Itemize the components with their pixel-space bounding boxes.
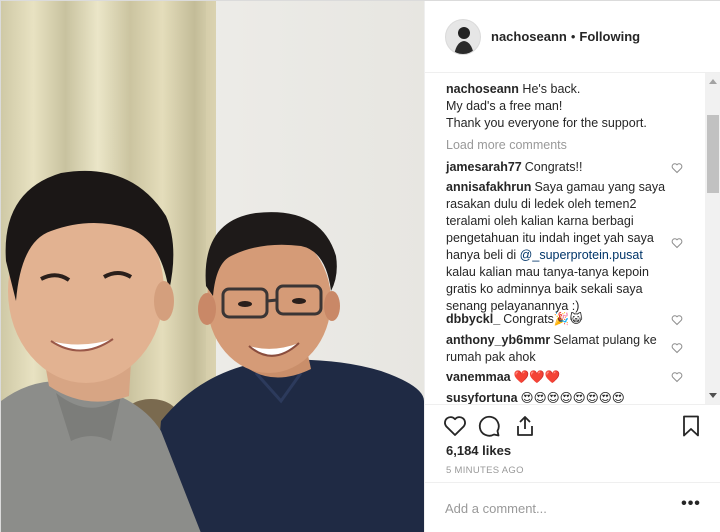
scroll-down-arrow-icon[interactable] xyxy=(709,393,717,398)
post-photo[interactable] xyxy=(1,1,424,532)
comments-scrollbar[interactable] xyxy=(705,73,720,404)
comment-text: Congrats🎉😺 xyxy=(503,312,583,326)
heart-small-icon[interactable] xyxy=(671,237,683,249)
action-bar xyxy=(425,404,720,448)
comment-username[interactable]: dbbyckl_ xyxy=(446,312,500,326)
post-header-text: nachoseann • Following xyxy=(491,29,640,44)
comment-item: susyfortuna 😍😍😍😍😍😍😍😍 xyxy=(446,390,686,404)
comment-username[interactable]: annisafakhrun xyxy=(446,180,531,194)
heart-small-icon[interactable] xyxy=(671,314,683,326)
comment-username[interactable]: anthony_yb6mmr xyxy=(446,333,550,347)
post-timestamp[interactable]: 5 MINUTES AGO xyxy=(446,465,524,476)
comment-item: anthony_yb6mmr Selamat pulang ke rumah pa… xyxy=(446,332,666,366)
instagram-post: nachoseann • Following nachoseann He's b… xyxy=(0,0,720,532)
avatar-image xyxy=(446,19,480,54)
caption-username[interactable]: nachoseann xyxy=(446,82,519,96)
comment-username[interactable]: susyfortuna xyxy=(446,391,518,404)
comment-text: Congrats!! xyxy=(524,160,583,174)
comment-item: dbbyckl_ Congrats🎉😺 xyxy=(446,311,666,328)
photo-illustration xyxy=(1,1,424,532)
avatar[interactable] xyxy=(445,18,481,55)
load-more-comments-button[interactable]: Load more comments xyxy=(446,138,567,152)
comment-item: jamesarah77 Congrats!! xyxy=(446,159,666,176)
comment-text: kalau kalian mau tanya-tanya kepoin grat… xyxy=(446,265,649,313)
heart-small-icon[interactable] xyxy=(671,162,683,174)
heart-small-icon[interactable] xyxy=(671,371,683,383)
comment-mention-link[interactable]: @_superprotein.pusat xyxy=(520,248,643,262)
add-comment-bar: ••• xyxy=(425,482,720,532)
post-sidebar: nachoseann • Following nachoseann He's b… xyxy=(424,1,720,532)
heart-icon[interactable] xyxy=(443,414,467,438)
comment-bubble-icon[interactable] xyxy=(477,414,501,438)
comment-username[interactable]: jamesarah77 xyxy=(446,160,522,174)
likes-count[interactable]: 6,184 likes xyxy=(446,443,511,458)
heart-small-icon[interactable] xyxy=(671,342,683,354)
header-separator: • xyxy=(570,29,576,44)
header-username[interactable]: nachoseann xyxy=(491,29,567,44)
scroll-up-arrow-icon[interactable] xyxy=(709,79,717,84)
caption-line-2: My dad's a free man! xyxy=(446,99,563,113)
following-button[interactable]: Following xyxy=(579,29,640,44)
post-header: nachoseann • Following xyxy=(425,1,720,73)
scrollbar-thumb[interactable] xyxy=(707,115,719,193)
share-icon[interactable] xyxy=(513,414,537,438)
comment-item: annisafakhrun Saya gamau yang saya rasaka… xyxy=(446,179,666,315)
comments-section[interactable]: nachoseann He's back. My dad's a free ma… xyxy=(425,73,720,404)
caption-line-1: He's back. xyxy=(522,82,581,96)
more-options-button[interactable]: ••• xyxy=(681,496,701,517)
post-caption: nachoseann He's back. My dad's a free ma… xyxy=(446,81,676,132)
comment-item: vanemmaa ❤️❤️❤️ xyxy=(446,369,666,386)
caption-line-3: Thank you everyone for the support. xyxy=(446,116,647,130)
bookmark-icon[interactable] xyxy=(679,414,703,438)
add-comment-input[interactable] xyxy=(445,497,665,519)
comment-text: ❤️❤️❤️ xyxy=(513,370,561,384)
comment-username[interactable]: vanemmaa xyxy=(446,370,511,384)
comment-text: 😍😍😍😍😍😍😍😍 xyxy=(520,391,625,404)
